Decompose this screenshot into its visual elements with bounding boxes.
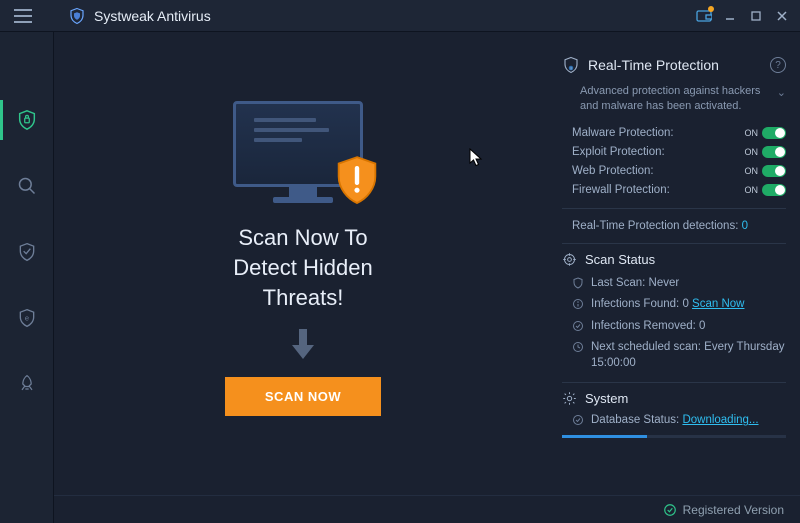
help-icon[interactable]: ? <box>770 57 786 73</box>
switch-exploit[interactable] <box>762 146 786 158</box>
db-status-value[interactable]: Downloading... <box>682 414 758 426</box>
toggle-malware: Malware Protection: ON <box>562 124 786 143</box>
db-status: Database Status: Downloading... <box>562 410 786 432</box>
sidebar-item-boost[interactable] <box>0 364 54 404</box>
sidebar: e <box>0 32 54 523</box>
shield-info-icon: i <box>562 56 580 74</box>
check-circle-icon <box>663 503 677 517</box>
switch-firewall[interactable] <box>762 184 786 196</box>
svg-text:e: e <box>24 314 28 323</box>
headline: Scan Now To Detect Hidden Threats! <box>233 223 372 312</box>
toggle-exploit: Exploit Protection: ON <box>562 143 786 162</box>
target-icon <box>562 252 577 267</box>
last-scan: Last Scan: Never <box>562 273 786 295</box>
rt-title: Real-Time Protection <box>588 57 719 73</box>
infections-found: Infections Found: 0 Scan Now <box>562 294 786 316</box>
sidebar-item-home[interactable] <box>0 100 54 140</box>
wallet-button[interactable] <box>692 4 716 28</box>
app-shield-icon <box>68 7 86 25</box>
shield-lock-icon <box>16 109 38 131</box>
main-area: Scan Now To Detect Hidden Threats! SCAN … <box>54 32 800 495</box>
menu-button[interactable] <box>14 9 42 23</box>
sidebar-item-protection[interactable] <box>0 232 54 272</box>
minimize-button[interactable] <box>718 4 742 28</box>
gear-icon <box>562 391 577 406</box>
infections-removed: Infections Removed: 0 <box>562 316 786 338</box>
scan-now-link[interactable]: Scan Now <box>692 298 744 310</box>
db-progress-bar <box>562 435 786 438</box>
right-panel: i Real-Time Protection ? Advanced protec… <box>552 32 800 495</box>
magnify-icon <box>17 176 37 196</box>
monitor-illustration <box>233 101 373 211</box>
sidebar-item-quarantine[interactable]: e <box>0 298 54 338</box>
next-scan: Next scheduled scan: Every Thursday 15:0… <box>562 337 786 374</box>
scan-status-header: Scan Status <box>562 252 786 267</box>
alert-shield-icon <box>335 155 379 207</box>
close-button[interactable] <box>770 4 794 28</box>
rt-detections: Real-Time Protection detections: 0 <box>562 217 786 235</box>
registered-label: Registered Version <box>683 503 784 517</box>
toggle-firewall: Firewall Protection: ON <box>562 181 786 200</box>
toggle-web: Web Protection: ON <box>562 162 786 181</box>
rt-protection-header: i Real-Time Protection ? <box>562 56 786 74</box>
arrow-down-icon <box>288 327 318 361</box>
footer: Registered Version <box>54 495 800 523</box>
switch-web[interactable] <box>762 165 786 177</box>
check-circle-icon <box>572 414 584 426</box>
maximize-button[interactable] <box>744 4 768 28</box>
titlebar: Systweak Antivirus <box>0 0 800 32</box>
system-header: System <box>562 391 786 406</box>
switch-malware[interactable] <box>762 127 786 139</box>
center-panel: Scan Now To Detect Hidden Threats! SCAN … <box>54 32 552 495</box>
app-logo: Systweak Antivirus <box>68 7 211 25</box>
scan-now-button[interactable]: SCAN NOW <box>225 377 381 416</box>
shield-small-icon <box>572 277 584 289</box>
info-icon <box>572 298 584 310</box>
sidebar-item-scan[interactable] <box>0 166 54 206</box>
clock-icon <box>572 341 584 353</box>
chevron-down-icon[interactable]: ⌄ <box>777 86 786 101</box>
rocket-icon <box>17 374 37 394</box>
app-title: Systweak Antivirus <box>94 8 211 24</box>
shield-e-icon: e <box>17 308 37 328</box>
rt-subtext: Advanced protection against hackers and … <box>580 84 786 114</box>
check-circle-icon <box>572 320 584 332</box>
shield-check-icon <box>17 242 37 262</box>
